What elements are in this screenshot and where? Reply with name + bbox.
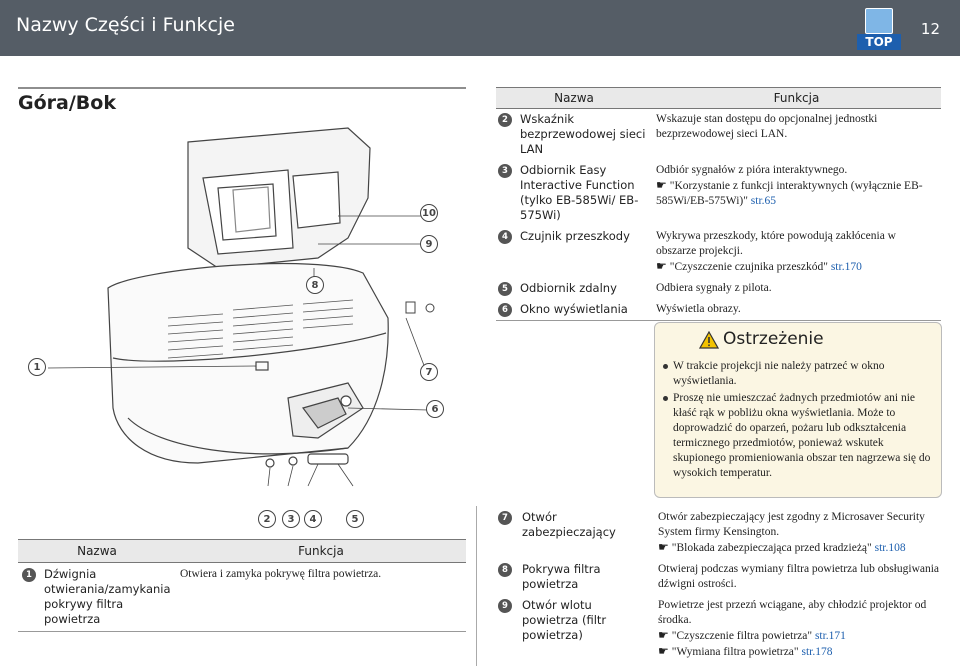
part-function: Otwieraj podczas wymiany filtra powietrz… xyxy=(658,563,940,590)
row-number: 9 xyxy=(498,599,512,613)
callout-5: 5 xyxy=(346,510,364,528)
callout-7: 7 xyxy=(420,363,438,381)
reference-link[interactable]: ☛ "Czyszczenie filtra powietrza" str.171 xyxy=(658,628,941,644)
caution-item: Proszę nie umieszczać żadnych przedmiotó… xyxy=(663,391,939,481)
reference-page[interactable]: str.171 xyxy=(815,630,846,642)
part-name: Dźwignia otwierania/zamykania pokrywy fi… xyxy=(40,562,176,632)
part-function: Wykrywa przeszkody, które powodują zakłó… xyxy=(656,230,896,257)
table-row: 2 Wskaźnik bezprzewodowej sieci LAN Wska… xyxy=(496,109,941,161)
callout-2: 2 xyxy=(258,510,276,528)
section-rule xyxy=(18,87,466,89)
reference-link[interactable]: ☛ "Czyszczenie czujnika przeszkód" str.17… xyxy=(656,259,937,275)
row-number: 4 xyxy=(498,230,512,244)
callout-8: 8 xyxy=(306,276,324,294)
part-function: Otwiera i zamyka pokrywę filtra powietrz… xyxy=(176,562,466,632)
reference-text: "Czyszczenie filtra powietrza" xyxy=(671,630,813,642)
caution-list: W trakcie projekcji nie należy patrzeć w… xyxy=(659,359,939,483)
part-function: Wskazuje stan dostępu do opcjonalnej jed… xyxy=(656,113,878,140)
callout-9: 9 xyxy=(420,235,438,253)
pointing-hand-icon: ☛ xyxy=(658,540,669,554)
table-row: 1 Dźwignia otwierania/zamykania pokrywy … xyxy=(18,562,466,632)
table-row: 5 Odbiornik zdalny Odbiera sygnały z pil… xyxy=(496,278,941,299)
reference-link[interactable]: ☛ "Korzystanie z funkcji interaktywnych (… xyxy=(656,178,937,209)
callout-6: 6 xyxy=(426,400,444,418)
part-name: Wskaźnik bezprzewodowej sieci LAN xyxy=(520,112,646,156)
row-number: 6 xyxy=(498,303,512,317)
part-name: Odbiornik zdalny xyxy=(520,281,617,295)
callout-10: 10 xyxy=(420,204,438,222)
row-number: 5 xyxy=(498,282,512,296)
reference-page[interactable]: str.178 xyxy=(801,646,832,658)
reference-text: "Czyszczenie czujnika przeszkód" xyxy=(669,261,828,273)
part-name: Okno wyświetlania xyxy=(516,299,652,321)
caution-title: Ostrzeżenie xyxy=(723,329,824,349)
row-number: 1 xyxy=(22,568,36,582)
top-button[interactable]: TOP xyxy=(857,4,901,52)
col-header-function: Funkcja xyxy=(652,87,941,109)
callout-3: 3 xyxy=(282,510,300,528)
reference-page[interactable]: str.170 xyxy=(831,261,862,273)
parts-table: Nazwa Funkcja 2 Wskaźnik bezprzewodowej … xyxy=(496,87,941,321)
table-row: 4 Czujnik przeszkody Wykrywa przeszkody,… xyxy=(496,226,941,278)
col-header-function: Funkcja xyxy=(176,539,466,563)
section-title: Góra/Bok xyxy=(18,92,116,114)
projector-drawing xyxy=(47,127,435,487)
part-function: Odbiera sygnały z pilota. xyxy=(656,282,772,294)
pointing-hand-icon: ☛ xyxy=(656,178,667,192)
reference-page[interactable]: str.65 xyxy=(751,195,776,207)
pointing-hand-icon: ☛ xyxy=(658,644,669,658)
warning-icon xyxy=(699,331,719,349)
part-function: Powietrze jest przezń wciągane, aby chło… xyxy=(658,599,927,626)
book-icon xyxy=(865,8,893,34)
pointing-hand-icon: ☛ xyxy=(656,259,667,273)
divider xyxy=(476,506,477,666)
reference-text: "Blokada zabezpieczająca przed kradzieżą… xyxy=(671,542,872,554)
row-number: 7 xyxy=(498,511,512,525)
row-number: 2 xyxy=(498,113,512,127)
row-number: 3 xyxy=(498,164,512,178)
part-name: Czujnik przeszkody xyxy=(520,229,630,243)
part-function: Wyświetla obrazy. xyxy=(652,299,941,321)
page-title: Nazwy Części i Funkcje xyxy=(16,14,235,36)
table-row: 6 Okno wyświetlania Wyświetla obrazy. xyxy=(496,299,941,321)
table-row: 3 Odbiornik Easy Interactive Function (t… xyxy=(496,160,941,226)
col-header-name: Nazwa xyxy=(496,87,652,109)
part-function: Otwór zabezpieczający jest zgodny z Micr… xyxy=(658,511,925,538)
callout-4: 4 xyxy=(304,510,322,528)
part-name: Odbiornik Easy Interactive Function (tyl… xyxy=(520,163,639,222)
part-function: Odbiór sygnałów z pióra interaktywnego. xyxy=(656,164,848,176)
bottom-parts-table: Nazwa Funkcja 1 Dźwignia otwierania/zamy… xyxy=(18,539,466,632)
caution-box: Ostrzeżenie W trakcie projekcji nie nale… xyxy=(654,322,942,498)
col-header-name: Nazwa xyxy=(18,539,176,563)
reference-link[interactable]: ☛ "Blokada zabezpieczająca przed kradzież… xyxy=(658,540,941,556)
projector-illustration: 1 2 3 4 5 6 7 8 9 10 xyxy=(18,118,466,528)
reference-page[interactable]: str.108 xyxy=(875,542,906,554)
reference-text: "Wymiana filtra powietrza" xyxy=(671,646,799,658)
pointing-hand-icon: ☛ xyxy=(658,628,669,642)
part-name: Otwór zabezpieczający xyxy=(522,510,616,539)
row-number: 8 xyxy=(498,563,512,577)
part-name: Otwór wlotu powietrza (filtr powietrza) xyxy=(522,598,607,642)
top-label: TOP xyxy=(857,34,901,50)
callout-1: 1 xyxy=(28,358,46,376)
reference-text: "Korzystanie z funkcji interaktywnych (w… xyxy=(656,180,923,207)
reference-link[interactable]: ☛ "Wymiana filtra powietrza" str.178 xyxy=(658,644,941,660)
caution-item: W trakcie projekcji nie należy patrzeć w… xyxy=(663,359,939,389)
page-number: 12 xyxy=(920,20,940,38)
page-header: Nazwy Części i Funkcje TOP 12 xyxy=(0,0,960,56)
part-name: Pokrywa filtra powietrza xyxy=(522,562,601,591)
